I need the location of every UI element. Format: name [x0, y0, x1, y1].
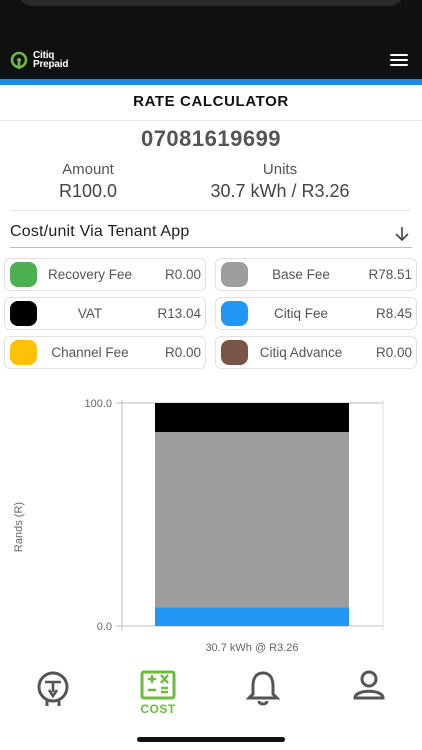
- nav-cost-label: COST: [140, 702, 176, 716]
- nav-notifications[interactable]: [233, 670, 293, 706]
- cost-type-selected: Cost/unit Via Tenant App: [10, 223, 190, 240]
- status-notch: [18, 0, 404, 6]
- arrow-down-icon: [395, 227, 409, 242]
- fee-value: R0.00: [375, 345, 412, 360]
- bar-segment-vat: [155, 403, 349, 433]
- fee-card-channel: Channel Fee R0.00: [4, 336, 206, 369]
- y-tick-label: 0.0: [97, 621, 112, 633]
- color-swatch: [221, 301, 248, 326]
- home-indicator: [137, 737, 285, 742]
- nav-meter[interactable]: [23, 670, 83, 708]
- cost-type-select[interactable]: Cost/unit Via Tenant App: [10, 223, 412, 248]
- hamburger-menu-icon[interactable]: [390, 54, 408, 67]
- fee-card-base: Base Fee R78.51: [215, 258, 417, 291]
- accent-bar: [0, 79, 422, 85]
- y-tick-label: 100.0: [84, 398, 112, 410]
- cost-breakdown-chart: 0.0 100.0 Rands (R) 30.7 kWh @ R3.26: [0, 390, 422, 660]
- fee-value: R13.04: [157, 306, 201, 321]
- nav-profile[interactable]: [339, 670, 399, 702]
- color-swatch: [10, 340, 37, 365]
- fee-name: Base Fee: [272, 267, 330, 282]
- citiq-logo: Citiq Prepaid: [10, 50, 68, 70]
- amount-value: R100.0: [58, 181, 118, 201]
- fee-value: R8.45: [375, 306, 412, 321]
- person-icon: [353, 670, 385, 700]
- fee-value: R0.00: [164, 345, 201, 360]
- x-axis-category-label: 30.7 kWh @ R3.26: [205, 642, 298, 654]
- stacked-bar-chart: 0.0 100.0 Rands (R) 30.7 kWh @ R3.26: [13, 398, 384, 654]
- meter-icon: [37, 671, 69, 706]
- nav-cost[interactable]: COST: [128, 670, 188, 716]
- page-title: RATE CALCULATOR: [133, 93, 289, 110]
- fee-card-vat: VAT R13.04: [4, 297, 206, 330]
- bar-segment-citiq-fee: [155, 607, 349, 626]
- bell-icon: [246, 671, 280, 706]
- units-value: 30.7 kWh / R3.26: [210, 181, 350, 201]
- meter-number: 07081619699: [140, 126, 282, 151]
- calculator-icon: [140, 670, 176, 700]
- color-swatch: [10, 301, 37, 326]
- amount-label: Amount: [62, 161, 114, 178]
- divider: [10, 210, 410, 211]
- fee-card-citiq: Citiq Fee R8.45: [215, 297, 417, 330]
- fee-card-citiq-advance: Citiq Advance R0.00: [215, 336, 417, 369]
- fee-name: Recovery Fee: [47, 267, 133, 282]
- logo-line-2: Prepaid: [33, 59, 69, 70]
- color-swatch: [221, 262, 248, 287]
- fee-card-recovery: Recovery Fee R0.00: [4, 258, 206, 291]
- divider: [0, 120, 422, 121]
- y-axis-label: Rands (R): [13, 502, 25, 552]
- color-swatch: [10, 262, 37, 287]
- fee-name: VAT: [77, 306, 103, 321]
- fee-name: Citiq Advance: [259, 345, 343, 360]
- bar-segment-base-fee: [155, 432, 349, 608]
- fee-value: R78.51: [368, 267, 412, 282]
- fee-name: Channel Fee: [51, 345, 129, 360]
- app-header: Citiq Prepaid: [0, 0, 422, 79]
- fee-name: Citiq Fee: [273, 306, 329, 321]
- citiq-logo-icon: [10, 51, 28, 69]
- fee-value: R0.00: [164, 267, 201, 282]
- color-swatch: [221, 340, 248, 365]
- units-label: Units: [262, 161, 298, 178]
